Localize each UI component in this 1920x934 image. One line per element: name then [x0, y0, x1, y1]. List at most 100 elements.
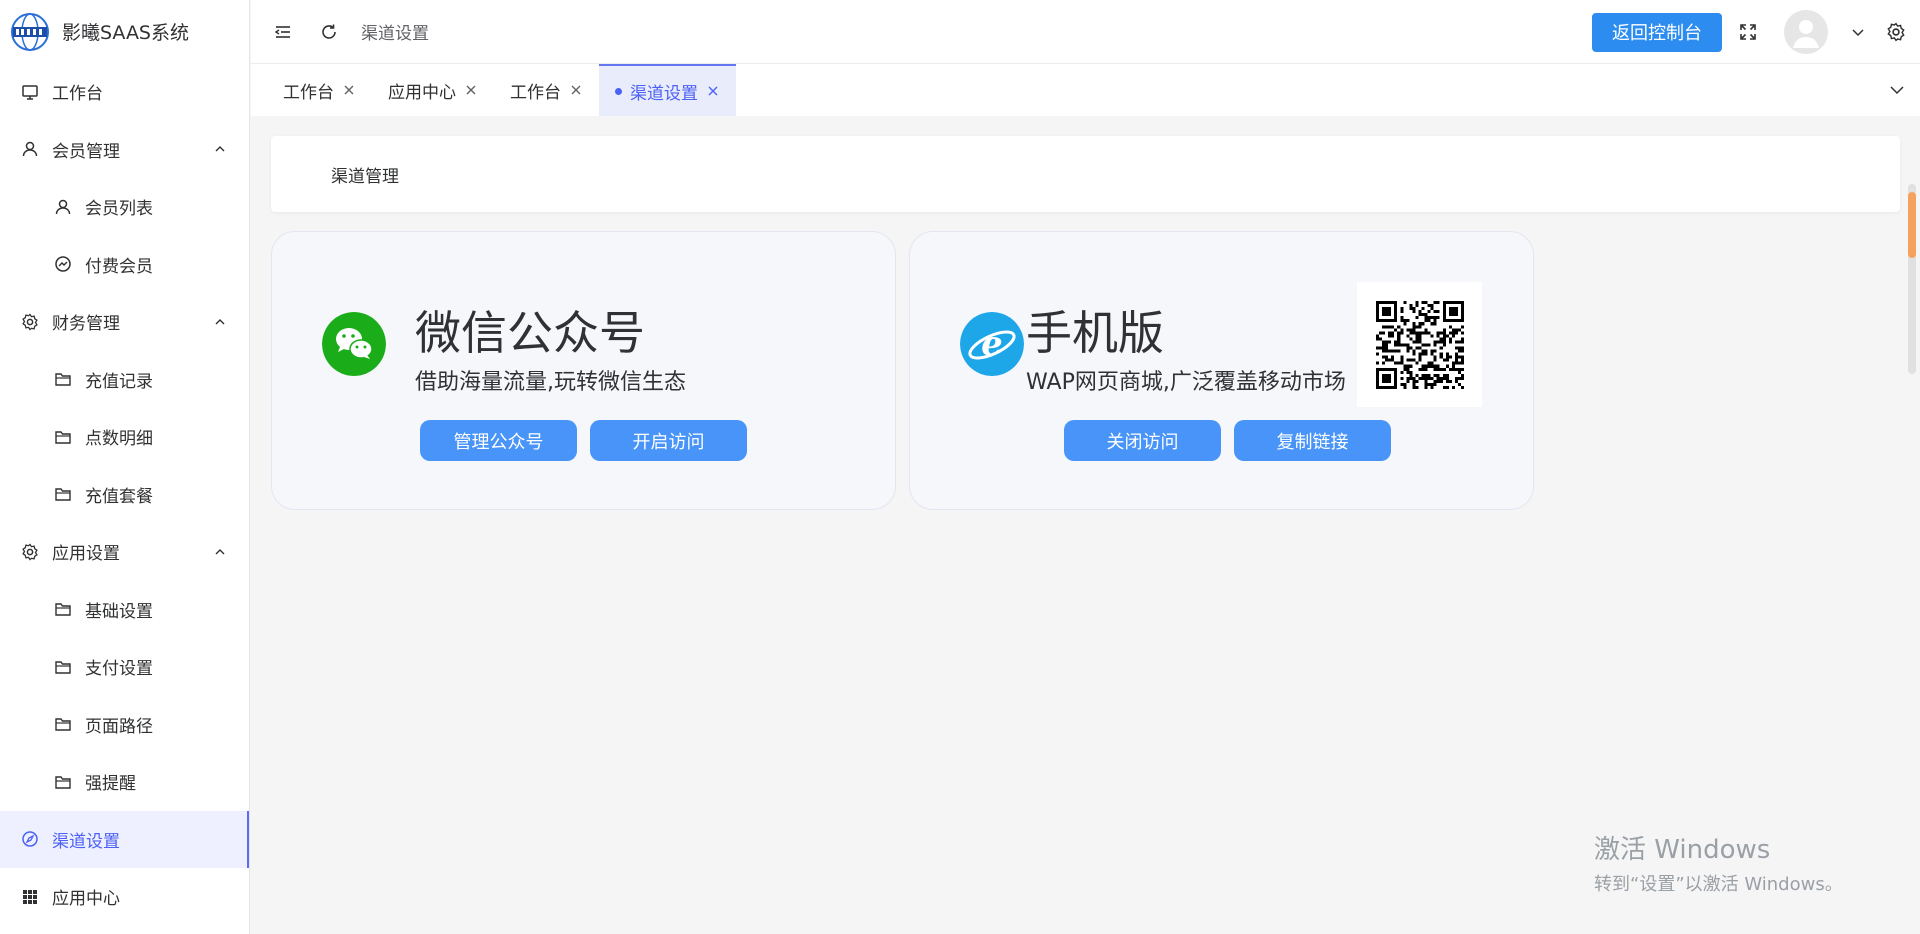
- gear-icon: [20, 312, 40, 332]
- main-content: 渠道管理 微信公众号 借助海量流量,玩转微信生态 管理公众号 开启访问 e 手机…: [251, 116, 1920, 934]
- brand-name: 影曦SAAS系统: [62, 22, 189, 44]
- fullscreen-icon[interactable]: [1736, 20, 1760, 44]
- user-icon: [53, 197, 73, 217]
- close-icon[interactable]: [706, 84, 720, 98]
- ie-browser-icon: e: [960, 312, 1024, 376]
- copy-link-button[interactable]: 复制链接: [1234, 420, 1391, 461]
- disable-access-button[interactable]: 关闭访问: [1064, 420, 1221, 461]
- menu-collapse-icon[interactable]: [271, 20, 295, 44]
- tab-app-center[interactable]: 应用中心: [372, 64, 494, 116]
- folder-icon: [53, 484, 73, 504]
- sidebar-item-member-management[interactable]: 会员管理: [0, 121, 249, 179]
- sidebar-item-label: 强提醒: [85, 774, 136, 795]
- sidebar-item-label: 点数明细: [85, 429, 153, 450]
- sidebar-item-label: 应用中心: [52, 889, 120, 910]
- qr-code-icon: [1375, 300, 1464, 389]
- chevron-down-icon[interactable]: [1846, 20, 1870, 44]
- refresh-icon[interactable]: [317, 20, 341, 44]
- monitor-icon: [20, 82, 40, 102]
- gear-icon: [20, 542, 40, 562]
- sidebar-item-app-settings[interactable]: 应用设置: [0, 523, 249, 581]
- manage-official-account-button[interactable]: 管理公众号: [420, 420, 577, 461]
- sidebar-item-page-paths[interactable]: 页面路径: [0, 696, 249, 754]
- sidebar-item-basic-settings[interactable]: 基础设置: [0, 581, 249, 639]
- svg-text:e: e: [981, 324, 1003, 364]
- sidebar-item-label: 财务管理: [52, 314, 120, 335]
- sidebar-item-label: 会员管理: [52, 141, 120, 162]
- chevron-up-icon: [215, 146, 225, 152]
- tab-channel-settings[interactable]: 渠道设置: [599, 64, 736, 116]
- wechat-icon: [322, 312, 386, 376]
- brand[interactable]: 影曦SAAS系统: [0, 0, 249, 63]
- channel-title: 手机版: [1026, 306, 1164, 360]
- chevron-up-icon: [215, 548, 225, 555]
- channel-subtitle: WAP网页商城,广泛覆盖移动市场: [1026, 370, 1346, 395]
- sidebar-item-label: 工作台: [52, 84, 103, 105]
- compass-icon: [20, 829, 40, 849]
- gear-icon[interactable]: [1884, 20, 1908, 44]
- sidebar-item-channel-settings[interactable]: 渠道设置: [0, 810, 249, 868]
- folder-icon: [53, 657, 73, 677]
- tab-workbench[interactable]: 工作台: [267, 64, 372, 116]
- sidebar-item-label: 充值记录: [85, 371, 153, 392]
- close-icon[interactable]: [569, 83, 583, 97]
- breadcrumb[interactable]: 渠道设置: [361, 19, 429, 44]
- windows-activation-watermark: 激活 Windows 转到“设置”以激活 Windows。: [1594, 829, 1843, 896]
- sidebar-item-label: 会员列表: [85, 199, 153, 220]
- avatar[interactable]: [1784, 10, 1828, 54]
- folder-icon: [53, 369, 73, 389]
- sidebar-item-recharge-packages[interactable]: 充值套餐: [0, 466, 249, 524]
- tab-label: 工作台: [283, 82, 334, 103]
- gauge-icon: [53, 254, 73, 274]
- grid-icon: [20, 887, 40, 907]
- sidebar-item-label: 充值套餐: [85, 486, 153, 507]
- sidebar-item-finance-management[interactable]: 财务管理: [0, 293, 249, 351]
- scrollbar-thumb[interactable]: [1908, 192, 1916, 258]
- sidebar-item-label: 付费会员: [85, 256, 153, 277]
- tab-label: 工作台: [510, 82, 561, 103]
- top-header: 渠道设置 返回控制台: [251, 0, 1920, 64]
- close-icon[interactable]: [464, 83, 478, 97]
- chevron-up-icon: [215, 318, 225, 325]
- header-actions: 返回控制台: [1592, 0, 1920, 64]
- watermark-title: 激活 Windows: [1594, 835, 1771, 865]
- channel-subtitle: 借助海量流量,玩转微信生态: [415, 370, 686, 395]
- sidebar-item-label: 页面路径: [85, 716, 153, 737]
- qr-code: [1357, 282, 1482, 407]
- brand-logo-icon: [11, 12, 49, 51]
- tab-label: 应用中心: [388, 82, 456, 103]
- tab-workbench-2[interactable]: 工作台: [494, 64, 599, 116]
- tab-bar: 工作台 应用中心 工作台 渠道设置: [251, 64, 1920, 116]
- user-icon: [20, 139, 40, 159]
- scrollbar[interactable]: [1908, 184, 1916, 374]
- active-dot: [615, 87, 622, 95]
- sidebar-item-member-list[interactable]: 会员列表: [0, 178, 249, 236]
- close-icon[interactable]: [342, 83, 356, 97]
- folder-icon: [53, 772, 73, 792]
- page-title-card: 渠道管理: [271, 136, 1900, 212]
- chevron-down-icon[interactable]: [1888, 81, 1906, 99]
- folder-icon: [53, 714, 73, 734]
- sidebar-item-points-detail[interactable]: 点数明细: [0, 408, 249, 466]
- sidebar-item-workbench[interactable]: 工作台: [0, 63, 249, 121]
- sidebar-item-paid-member[interactable]: 付费会员: [0, 236, 249, 294]
- channel-card-wechat: 微信公众号 借助海量流量,玩转微信生态 管理公众号 开启访问: [271, 231, 896, 510]
- sidebar-item-app-center[interactable]: 应用中心: [0, 868, 249, 926]
- sidebar-item-payment-settings[interactable]: 支付设置: [0, 638, 249, 696]
- page-title: 渠道管理: [331, 166, 399, 187]
- back-to-console-button[interactable]: 返回控制台: [1592, 12, 1722, 52]
- folder-icon: [53, 427, 73, 447]
- sidebar-item-strong-reminder[interactable]: 强提醒: [0, 753, 249, 811]
- enable-access-button[interactable]: 开启访问: [590, 420, 747, 461]
- sidebar-item-label: 基础设置: [85, 601, 153, 622]
- sidebar-item-label: 渠道设置: [52, 831, 120, 852]
- watermark-subtitle: 转到“设置”以激活 Windows。: [1594, 874, 1843, 895]
- sidebar: 影曦SAAS系统 工作台 会员管理 会员列表 付费会员 财务管理 充值记录 点数…: [0, 0, 250, 934]
- sidebar-item-recharge-records[interactable]: 充值记录: [0, 351, 249, 409]
- sidebar-item-label: 支付设置: [85, 659, 153, 680]
- channel-card-mobile: e 手机版 WAP网页商城,广泛覆盖移动市场 关闭访问 复制链接: [909, 231, 1534, 510]
- sidebar-item-label: 应用设置: [52, 544, 120, 565]
- tab-label: 渠道设置: [630, 83, 698, 104]
- folder-icon: [53, 599, 73, 619]
- channel-title: 微信公众号: [415, 306, 645, 360]
